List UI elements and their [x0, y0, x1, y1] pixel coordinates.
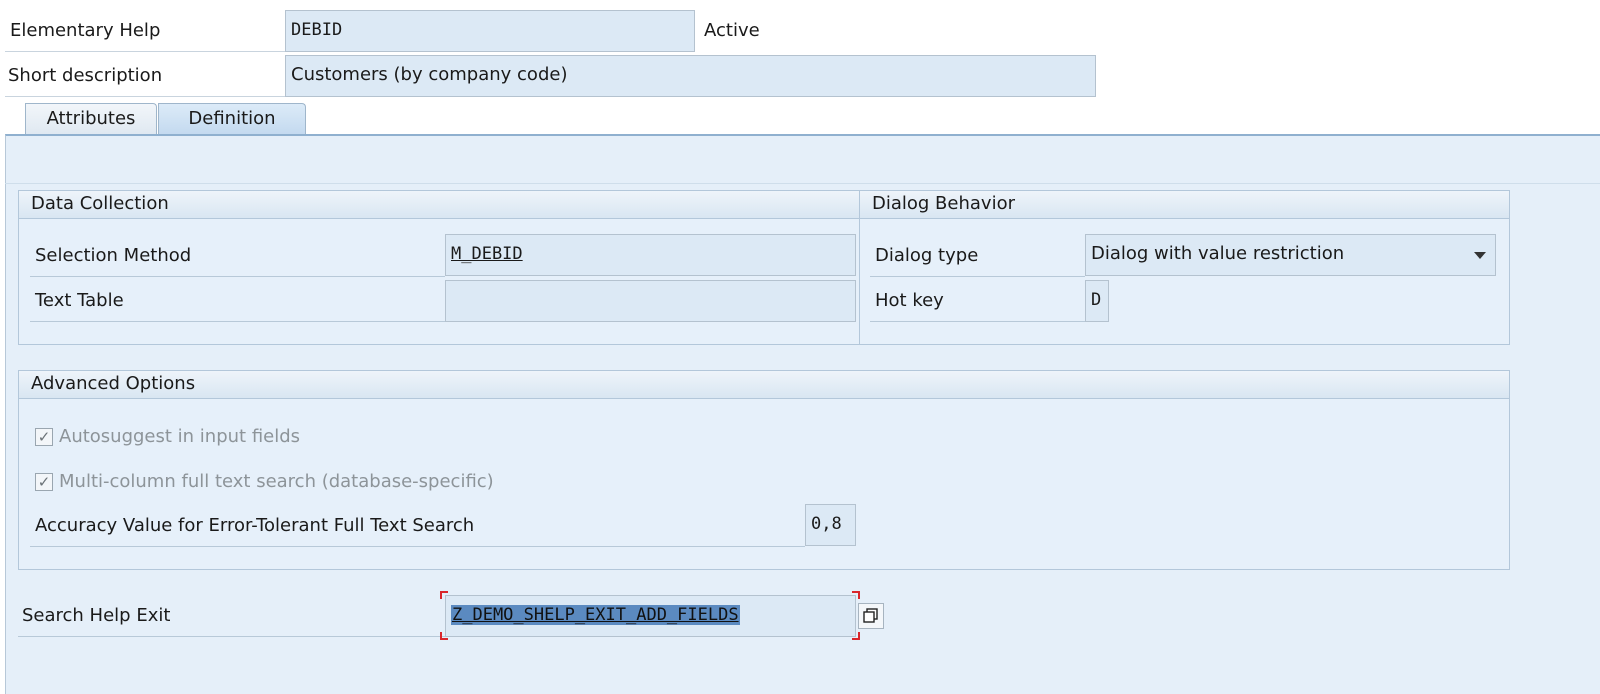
text-table-field[interactable] — [445, 280, 856, 322]
tab-label: Definition — [188, 108, 276, 129]
hot-key-field[interactable]: D — [1085, 280, 1109, 322]
multicolumn-checkbox[interactable]: ✓ — [35, 473, 53, 491]
copy-window-icon — [863, 608, 878, 623]
checkmark-icon: ✓ — [37, 428, 51, 446]
group-title: Dialog Behavior — [860, 191, 1509, 219]
short-description-label: Short description — [8, 65, 163, 86]
row-divider — [30, 546, 805, 547]
row-divider — [18, 636, 445, 637]
accuracy-field[interactable]: 0,8 — [805, 504, 856, 546]
tab-attributes[interactable]: Attributes — [25, 103, 157, 135]
row-divider — [30, 321, 445, 322]
autosuggest-label: Autosuggest in input fields — [59, 426, 301, 447]
chevron-down-icon[interactable] — [1474, 252, 1486, 259]
dialog-type-select[interactable]: Dialog with value restriction — [1085, 234, 1496, 276]
row-divider — [30, 276, 445, 277]
dialog-type-value: Dialog with value restriction — [1091, 243, 1345, 264]
group-title: Advanced Options — [19, 371, 1509, 399]
elementary-help-label: Elementary Help — [10, 20, 161, 41]
elementary-help-field[interactable]: DEBID — [285, 10, 695, 52]
focus-bracket — [440, 632, 448, 640]
checkmark-icon: ✓ — [37, 473, 51, 491]
tab-label: Attributes — [46, 108, 136, 129]
dialog-type-label: Dialog type — [875, 245, 979, 266]
search-help-exit-value: Z_DEMO_SHELP_EXIT_ADD_FIELDS — [451, 605, 740, 625]
text-table-label: Text Table — [35, 290, 124, 311]
status-text: Active — [704, 20, 760, 41]
content-divider — [5, 183, 1600, 184]
row-divider — [870, 276, 1085, 277]
header-row-divider — [5, 51, 285, 52]
focus-bracket — [852, 591, 860, 599]
advanced-options-group: Advanced Options — [18, 370, 1510, 570]
tab-definition[interactable]: Definition — [158, 103, 306, 135]
hot-key-label: Hot key — [875, 290, 944, 311]
row-divider — [870, 321, 1085, 322]
multicolumn-label: Multi-column full text search (database-… — [59, 471, 494, 492]
search-help-exit-field[interactable]: Z_DEMO_SHELP_EXIT_ADD_FIELDS — [445, 595, 856, 637]
focus-bracket — [440, 591, 448, 599]
selection-method-label: Selection Method — [35, 245, 192, 266]
value-help-button[interactable] — [858, 603, 884, 629]
search-help-exit-label: Search Help Exit — [22, 605, 171, 626]
accuracy-label: Accuracy Value for Error-Tolerant Full T… — [35, 515, 475, 536]
selection-method-field[interactable]: M_DEBID — [445, 234, 856, 276]
focus-bracket — [852, 632, 860, 640]
autosuggest-checkbox[interactable]: ✓ — [35, 428, 53, 446]
group-title: Data Collection — [19, 191, 859, 219]
short-description-field[interactable]: Customers (by company code) — [285, 55, 1096, 97]
header-row-divider — [5, 96, 285, 97]
